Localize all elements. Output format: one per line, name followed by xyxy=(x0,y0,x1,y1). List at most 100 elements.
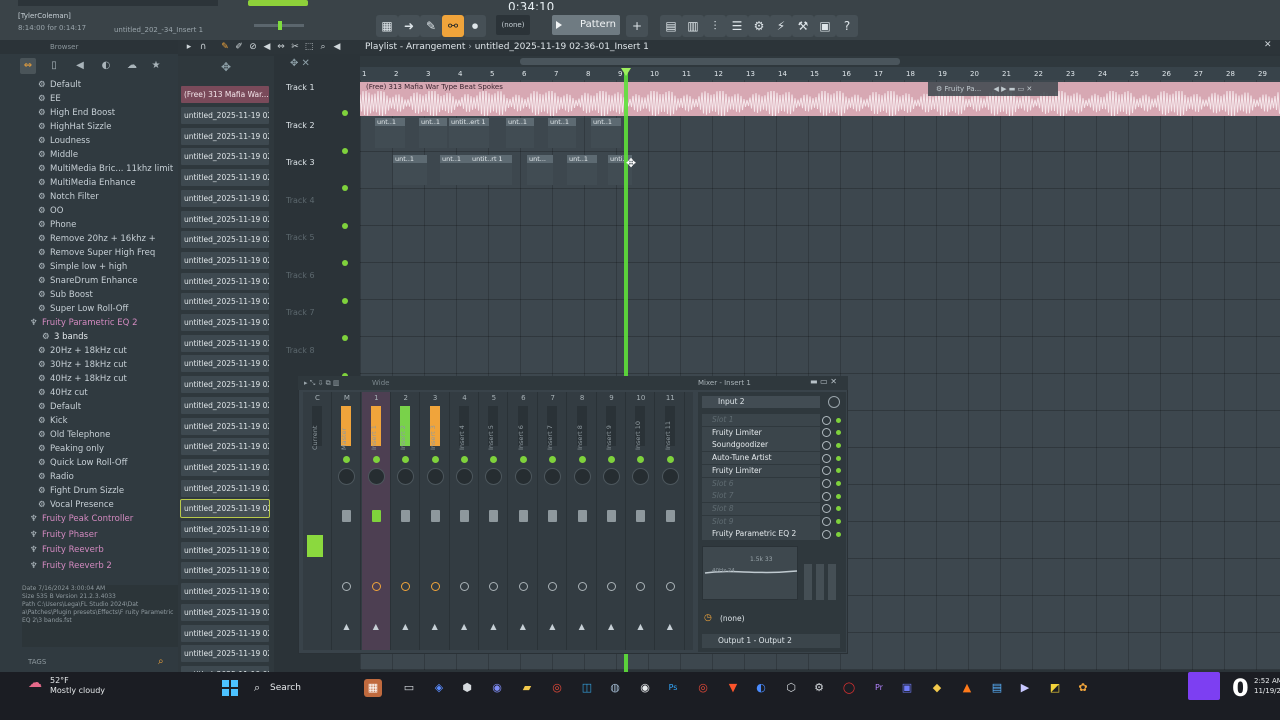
pan-knob[interactable] xyxy=(661,468,679,485)
cpu-icon[interactable]: ▣ xyxy=(814,15,836,37)
clip-source-item[interactable]: untitled_2025-11-19 02- xyxy=(181,107,269,124)
mixer-strip[interactable]: 10 Insert 10 ▲ xyxy=(626,392,656,650)
clip-source-item[interactable]: untitled_2025-11-19 02- xyxy=(181,417,269,435)
clip-source-item[interactable]: untitled_2025-11-19 02- xyxy=(181,562,269,580)
volume-fader[interactable] xyxy=(371,510,381,522)
app-icon-2[interactable]: ⬡ xyxy=(782,679,800,697)
route-arrow-icon[interactable]: ▲ xyxy=(461,622,467,631)
clip-source-item[interactable]: untitled_2025-11-19 02- xyxy=(181,458,269,476)
copilot-icon[interactable]: ◈ xyxy=(430,679,448,697)
mixer-strip[interactable]: 6 Insert 6 ▲ xyxy=(509,392,538,650)
strip-enable-led[interactable] xyxy=(402,456,410,463)
browser-preset-item[interactable]: ⚙ HighHat Sizzle xyxy=(38,120,111,134)
playlist-corner-tools[interactable]: ✥ ✕ xyxy=(290,58,354,80)
settings-icon[interactable]: ⚙ xyxy=(810,679,828,697)
mixer-icon[interactable]: ⫶ xyxy=(704,15,726,37)
system-clock[interactable]: 2:52 AM 11/19/2025 xyxy=(1254,676,1280,696)
media-icon[interactable]: ▶ xyxy=(1016,679,1034,697)
browser-preset-item[interactable]: ⚙ EE xyxy=(38,92,61,106)
mixer-strip[interactable]: 8 Insert 8 ▲ xyxy=(568,392,597,650)
clip-source-item[interactable]: (Free) 313 Mafia War... xyxy=(181,86,269,103)
route-arrow-icon[interactable]: ▲ xyxy=(432,622,438,631)
browser-preset-item[interactable]: ⚙ Notch Filter xyxy=(38,190,99,204)
volume-fader[interactable] xyxy=(460,510,469,522)
clip-source-item[interactable]: untitled_2025-11-19 02- xyxy=(181,355,269,373)
volume-fader[interactable] xyxy=(489,510,499,522)
mixer-strip[interactable]: 9 Insert 9 ▲ xyxy=(597,392,626,650)
clip-source-item[interactable]: untitled_2025-11-19 02- xyxy=(181,293,269,311)
pattern-clip[interactable]: unt..1 xyxy=(375,118,405,148)
file-explorer-icon[interactable]: ▰ xyxy=(518,679,536,697)
mixer-strip[interactable]: 1 Insert 1 ▲ xyxy=(361,392,391,650)
browser-preset-item[interactable]: ⚙ Radio xyxy=(38,470,74,484)
slot-enable-led[interactable] xyxy=(836,417,841,423)
input-settings-icon[interactable] xyxy=(828,396,840,408)
route-arrow-icon[interactable]: ▲ xyxy=(402,622,408,631)
pattern-clip[interactable]: unt..1 xyxy=(591,118,621,148)
route-knob[interactable] xyxy=(430,582,440,591)
pan-knob[interactable] xyxy=(514,468,532,485)
clip-source-item[interactable]: untitled_2025-11-19 02- xyxy=(180,499,270,519)
clip-source-item[interactable]: untitled_2025-11-19 02- xyxy=(181,251,269,269)
pan-knob[interactable] xyxy=(338,468,356,485)
strip-enable-led[interactable] xyxy=(431,456,439,463)
task-view-icon[interactable]: ▭ xyxy=(400,679,418,697)
mixer-mode[interactable]: Wide xyxy=(372,376,389,390)
browser-back-icon[interactable]: ◀ xyxy=(72,58,88,74)
route-knob[interactable] xyxy=(342,582,352,591)
route-arrow-icon[interactable]: ▲ xyxy=(667,622,673,631)
volume-fader[interactable] xyxy=(401,510,411,522)
pencil-icon[interactable]: ✎ xyxy=(218,40,232,54)
mixer-strip[interactable]: C Current xyxy=(303,392,332,650)
browser-preset-item[interactable]: ⚙ Default xyxy=(38,400,81,414)
strip-enable-led[interactable] xyxy=(343,456,351,463)
route-arrow-icon[interactable]: ▲ xyxy=(549,622,555,631)
magnet-icon[interactable]: ∩ xyxy=(196,40,210,54)
browser-preset-item[interactable]: ⚙ Remove 20hz + 16khz + xyxy=(38,232,156,246)
route-arrow-icon[interactable]: ▲ xyxy=(373,622,379,631)
clip-source-item[interactable]: untitled_2025-11-19 02- xyxy=(181,624,269,642)
route-knob[interactable] xyxy=(518,582,528,591)
route-knob[interactable] xyxy=(371,582,381,591)
teams-icon[interactable]: ▣ xyxy=(898,679,916,697)
discord-icon[interactable]: ◉ xyxy=(488,679,506,697)
effect-slot[interactable]: Fruity Limiter xyxy=(702,464,820,477)
mixer-strip[interactable]: 2 Insert 2 ▲ xyxy=(391,392,421,650)
pattern-clip[interactable]: unt..1 xyxy=(440,155,470,185)
volume-fader[interactable] xyxy=(430,510,440,522)
edge-icon[interactable]: ◐ xyxy=(752,679,770,697)
mute-icon[interactable]: ◀ xyxy=(260,40,274,54)
slot-mix-knob[interactable] xyxy=(822,440,831,450)
output-select[interactable]: Output 1 - Output 2 xyxy=(702,634,840,648)
route-knob[interactable] xyxy=(548,582,558,591)
eq-fader-3[interactable] xyxy=(828,564,836,600)
timeline-ruler[interactable]: 1 2 3 4 5 6 7 8 9 10 11 12 13 14 15 16 17 18 19 20 21 22 23 24 2… xyxy=(360,67,1280,81)
master-volume-slider[interactable] xyxy=(254,21,304,30)
floating-plugin-window[interactable]: ⚙ Fruity Pa... ◀ ▶ ▬ ▭ ✕ xyxy=(928,82,1058,96)
slot-enable-led[interactable] xyxy=(836,481,841,486)
strip-enable-led[interactable] xyxy=(608,456,615,463)
app-icon-1[interactable]: ⬢ xyxy=(458,679,476,697)
track-header[interactable]: Track 8 xyxy=(286,346,315,355)
browser-refresh-icon[interactable]: ◐ xyxy=(98,58,114,74)
pattern-clip[interactable]: untit..ert 1 xyxy=(449,118,489,148)
browser-plugin-folder[interactable]: ♆ Fruity Parametric EQ 2 xyxy=(30,316,137,330)
route-knob[interactable] xyxy=(636,582,646,591)
search-icon[interactable]: ⌕ xyxy=(158,656,164,667)
track-enable-led[interactable] xyxy=(342,335,348,341)
track-enable-led[interactable] xyxy=(342,185,348,191)
pattern-mode-icon[interactable]: ▦ xyxy=(376,15,398,37)
volume-fader[interactable] xyxy=(577,510,587,522)
pan-knob[interactable] xyxy=(397,468,415,485)
pan-knob[interactable] xyxy=(573,468,591,485)
browser-preset-item[interactable]: ⚙ High End Boost xyxy=(38,106,115,120)
browser-preset-item[interactable]: ⚙ 40Hz + 18kHz cut xyxy=(38,372,127,386)
browser-preset-item[interactable]: ⚙ Super Low Roll-Off xyxy=(38,302,128,316)
mixer-strip[interactable]: 3 Insert 3 ▲ xyxy=(421,392,450,650)
brave-icon[interactable]: ▼ xyxy=(724,679,742,697)
route-knob[interactable] xyxy=(489,582,499,591)
playlist-arrow-icon[interactable]: ▸ xyxy=(182,40,196,54)
effect-slot[interactable]: Fruity Limiter xyxy=(702,426,820,439)
slot-enable-led[interactable] xyxy=(836,442,841,448)
pattern-clip[interactable]: unt..1 xyxy=(419,118,447,148)
